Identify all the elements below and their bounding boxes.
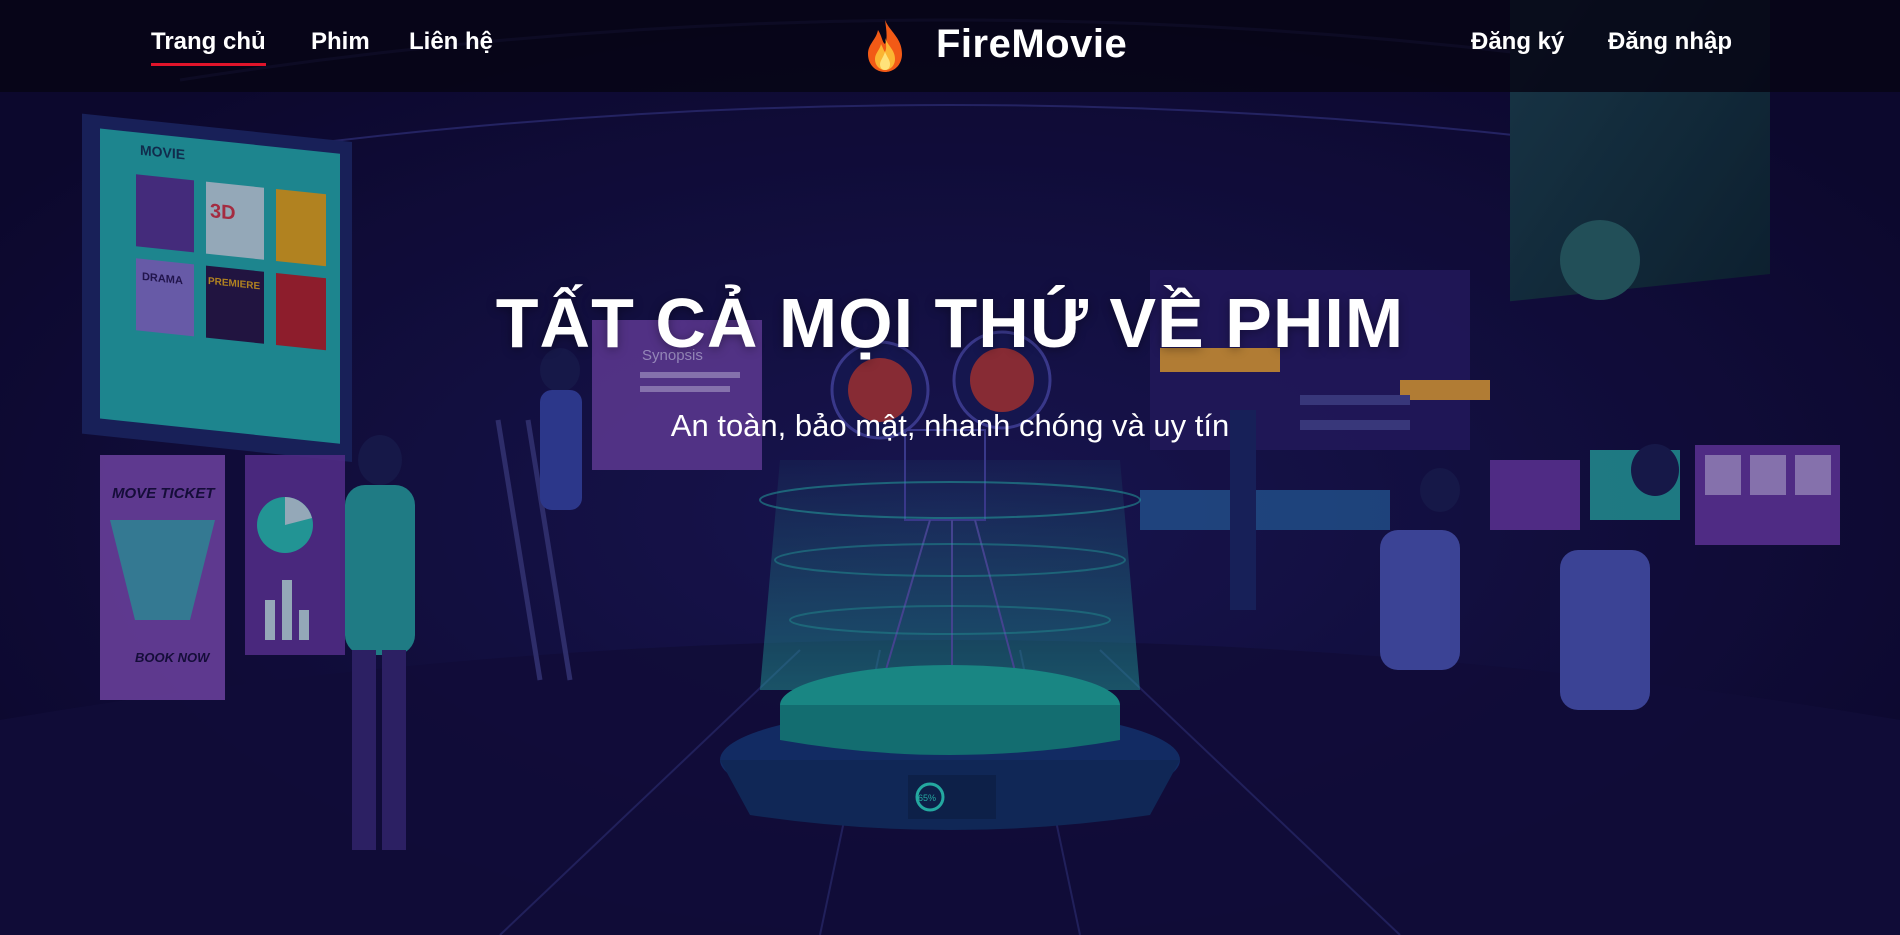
nav-link-login[interactable]: Đăng nhập xyxy=(1608,28,1732,56)
hero-title: TẤT CẢ MỌI THỨ VỀ PHIM xyxy=(495,284,1405,362)
nav-link-contact[interactable]: Liên hệ xyxy=(409,28,493,56)
brand-name: FireMovie xyxy=(936,22,1128,66)
hero-illustration: MOVIE 3D DRAMA PREMIERE MOVE TICKET BOOK… xyxy=(0,0,1900,935)
nav-link-register[interactable]: Đăng ký xyxy=(1471,28,1564,56)
hero-subtitle: An toàn, bảo mật, nhanh chóng và uy tín xyxy=(670,408,1230,443)
nav-link-home[interactable]: Trang chủ xyxy=(151,28,266,66)
nav-link-movies[interactable]: Phim xyxy=(311,28,370,56)
navbar: Trang chủ Phim Liên hệ FireMovie Đăng ký… xyxy=(0,0,1900,92)
fire-icon xyxy=(868,20,902,72)
